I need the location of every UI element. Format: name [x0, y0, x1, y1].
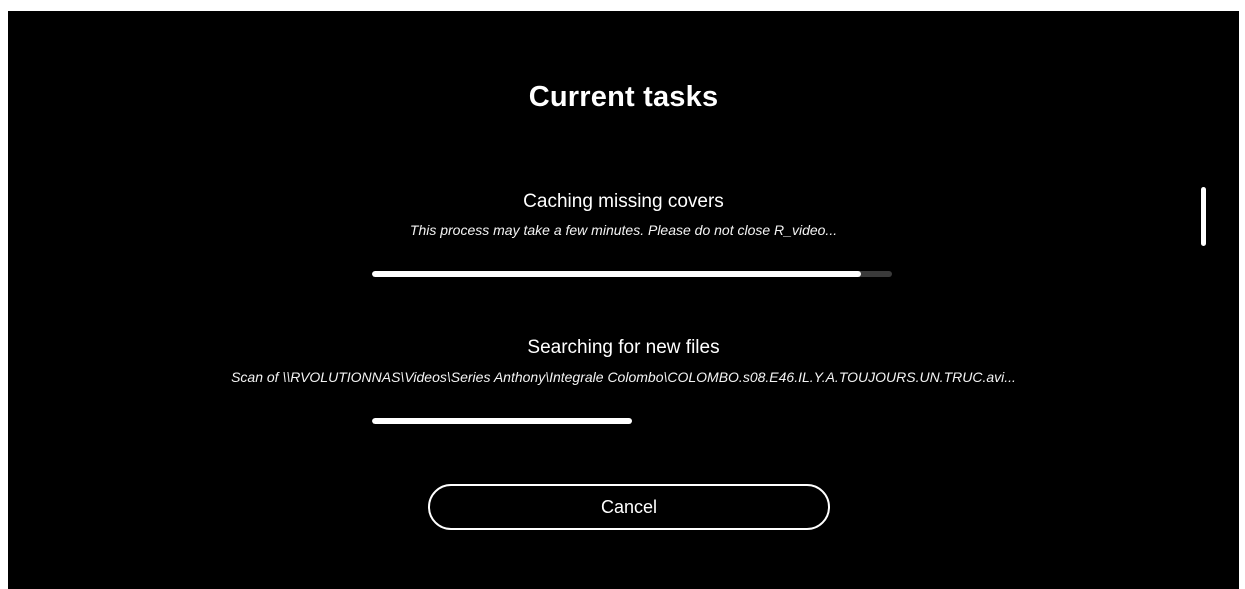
cancel-button[interactable]: Cancel — [428, 484, 830, 530]
task-name: Caching missing covers — [523, 191, 724, 212]
task-progress-fill — [372, 271, 861, 277]
task-name: Searching for new files — [527, 337, 720, 358]
task-progress-bar — [372, 418, 892, 424]
task-progress-bar — [372, 271, 892, 277]
scrollbar-thumb[interactable] — [1201, 187, 1206, 246]
task-description: Scan of \\RVOLUTIONNAS\Videos\Series Ant… — [231, 369, 1016, 385]
task-description: This process may take a few minutes. Ple… — [409, 222, 838, 238]
task-progress-fill — [372, 418, 632, 424]
cancel-button-label: Cancel — [600, 496, 658, 517]
tasks-screen: Current tasks Caching missing covers Thi… — [8, 11, 1239, 589]
page-title: Current tasks — [528, 81, 719, 113]
